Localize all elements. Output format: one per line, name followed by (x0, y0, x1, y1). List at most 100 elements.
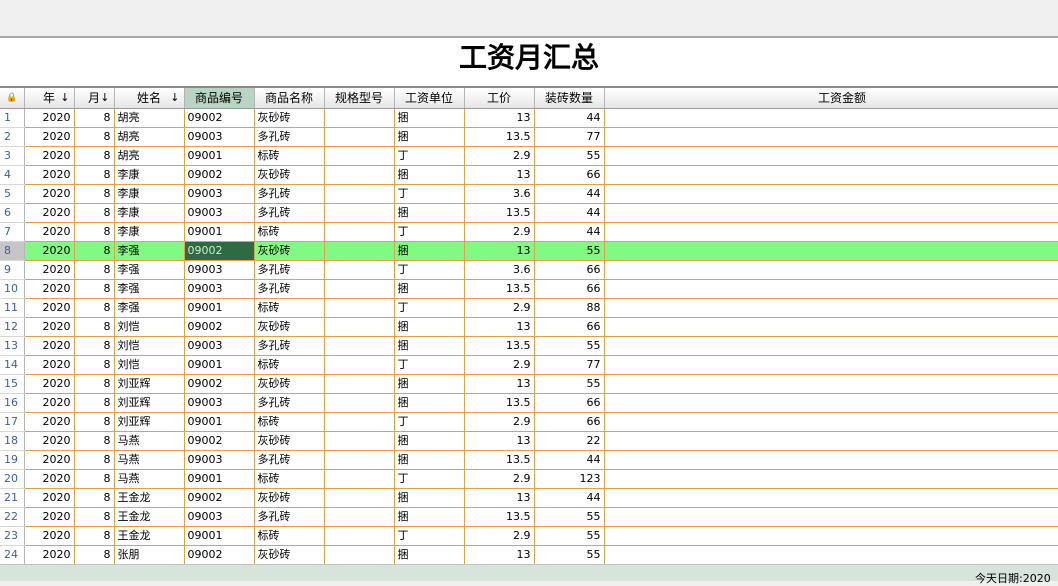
cell-code[interactable]: 09002 (184, 431, 255, 451)
cell-year[interactable]: 2020 (24, 355, 75, 375)
cell-amount[interactable]: 7 (604, 507, 1058, 527)
cell-unit[interactable]: 捆 (394, 317, 465, 337)
cell-year[interactable]: 2020 (24, 317, 75, 337)
cell-unit[interactable]: 捆 (394, 488, 465, 508)
cell-spec[interactable] (324, 336, 395, 356)
cell-amount[interactable] (604, 374, 1058, 394)
cell-code[interactable]: 09002 (184, 317, 255, 337)
cell-unit[interactable]: 捆 (394, 374, 465, 394)
cell-year[interactable]: 2020 (24, 488, 75, 508)
cell-code[interactable]: 09003 (184, 127, 255, 147)
cell-month[interactable]: 8 (74, 279, 115, 299)
table-row[interactable]: 1 2020 8 胡亮 09002 灰砂砖 捆 13 44 (0, 108, 1058, 128)
row-number[interactable]: 19 (0, 450, 25, 470)
cell-price[interactable]: 13 (464, 545, 535, 564)
cell-code[interactable]: 09002 (184, 241, 255, 261)
cell-spec[interactable] (324, 241, 395, 261)
cell-product[interactable]: 灰砂砖 (254, 317, 325, 337)
cell-spec[interactable] (324, 431, 395, 451)
cell-unit[interactable]: 捆 (394, 108, 465, 128)
cell-code[interactable]: 09003 (184, 203, 255, 223)
cell-unit[interactable]: 捆 (394, 393, 465, 413)
cell-price[interactable]: 2.9 (464, 355, 535, 375)
cell-code[interactable]: 09002 (184, 488, 255, 508)
cell-code[interactable]: 09003 (184, 393, 255, 413)
cell-month[interactable]: 8 (74, 431, 115, 451)
table-row[interactable]: 2220208王金龙09003多孔砖 捆13.5557 (0, 507, 1058, 527)
cell-unit[interactable]: 捆 (394, 545, 465, 564)
cell-amount[interactable] (604, 317, 1058, 337)
cell-qty[interactable]: 66 (534, 279, 605, 299)
cell-name[interactable]: 刘恺 (114, 355, 185, 375)
cell-code[interactable]: 09003 (184, 260, 255, 280)
cell-price[interactable]: 13 (464, 488, 535, 508)
cell-code[interactable]: 09001 (184, 355, 255, 375)
cell-name[interactable]: 李康 (114, 184, 185, 204)
cell-year[interactable]: 2020 (24, 146, 75, 166)
cell-unit[interactable]: 捆 (394, 336, 465, 356)
cell-price[interactable]: 13.5 (464, 127, 535, 147)
cell-amount[interactable] (604, 279, 1058, 299)
cell-product[interactable]: 灰砂砖 (254, 488, 325, 508)
cell-price[interactable]: 3.6 (464, 260, 535, 280)
col-header-code[interactable]: 商品编号 (184, 88, 255, 109)
cell-product[interactable]: 标砖 (254, 412, 325, 432)
row-number[interactable]: 17 (0, 412, 25, 432)
cell-year[interactable]: 2020 (24, 108, 75, 128)
cell-year[interactable]: 2020 (24, 545, 75, 564)
cell-year[interactable]: 2020 (24, 184, 75, 204)
cell-amount[interactable] (604, 108, 1058, 128)
cell-spec[interactable] (324, 374, 395, 394)
cell-name[interactable]: 刘亚辉 (114, 374, 185, 394)
cell-product[interactable]: 灰砂砖 (254, 241, 325, 261)
cell-price[interactable]: 2.9 (464, 412, 535, 432)
table-row[interactable]: 720208李康09001标砖 丁2.9441 (0, 222, 1058, 242)
cell-spec[interactable] (324, 279, 395, 299)
cell-qty[interactable]: 55 (534, 146, 605, 166)
cell-product[interactable]: 标砖 (254, 355, 325, 375)
cell-code[interactable]: 09001 (184, 412, 255, 432)
cell-year[interactable]: 2020 (24, 279, 75, 299)
table-row[interactable]: 24 2020 8 张朋 09002 灰砂砖 捆 13 55 (0, 545, 1058, 564)
cell-price[interactable]: 13.5 (464, 450, 535, 470)
cell-spec[interactable] (324, 469, 395, 489)
table-row[interactable]: 18 2020 8 马燕 09002 灰砂砖 捆 13 22 (0, 431, 1058, 451)
cell-name[interactable]: 胡亮 (114, 146, 185, 166)
cell-name[interactable]: 刘亚辉 (114, 412, 185, 432)
cell-unit[interactable]: 丁 (394, 412, 465, 432)
cell-price[interactable]: 13 (464, 241, 535, 261)
cell-name[interactable]: 张朋 (114, 545, 185, 564)
cell-year[interactable]: 2020 (24, 431, 75, 451)
cell-code[interactable]: 09001 (184, 469, 255, 489)
cell-unit[interactable]: 丁 (394, 469, 465, 489)
cell-product[interactable]: 标砖 (254, 469, 325, 489)
cell-unit[interactable]: 丁 (394, 184, 465, 204)
cell-amount[interactable]: 1 (604, 184, 1058, 204)
cell-unit[interactable]: 捆 (394, 507, 465, 527)
cell-price[interactable]: 2.9 (464, 469, 535, 489)
cell-qty[interactable]: 22 (534, 431, 605, 451)
row-number[interactable]: 12 (0, 317, 25, 337)
cell-name[interactable]: 马燕 (114, 431, 185, 451)
cell-year[interactable]: 2020 (24, 412, 75, 432)
cell-product[interactable]: 灰砂砖 (254, 108, 325, 128)
cell-unit[interactable]: 捆 (394, 127, 465, 147)
cell-amount[interactable]: 1 (604, 146, 1058, 166)
cell-qty[interactable]: 77 (534, 355, 605, 375)
cell-amount[interactable] (604, 165, 1058, 185)
cell-name[interactable]: 李康 (114, 222, 185, 242)
cell-amount[interactable]: 7 (604, 336, 1058, 356)
grid-corner-lock-icon[interactable]: 🔒 (0, 88, 25, 109)
col-header-product[interactable]: 商品名称 (254, 88, 325, 109)
cell-code[interactable]: 09001 (184, 222, 255, 242)
cell-amount[interactable] (604, 431, 1058, 451)
cell-spec[interactable] (324, 507, 395, 527)
cell-price[interactable]: 13 (464, 165, 535, 185)
cell-amount[interactable] (604, 545, 1058, 564)
cell-code[interactable]: 09003 (184, 184, 255, 204)
cell-spec[interactable] (324, 488, 395, 508)
cell-name[interactable]: 李强 (114, 279, 185, 299)
cell-code[interactable]: 09003 (184, 336, 255, 356)
col-header-price[interactable]: 工价 (464, 88, 535, 109)
cell-price[interactable]: 2.9 (464, 146, 535, 166)
